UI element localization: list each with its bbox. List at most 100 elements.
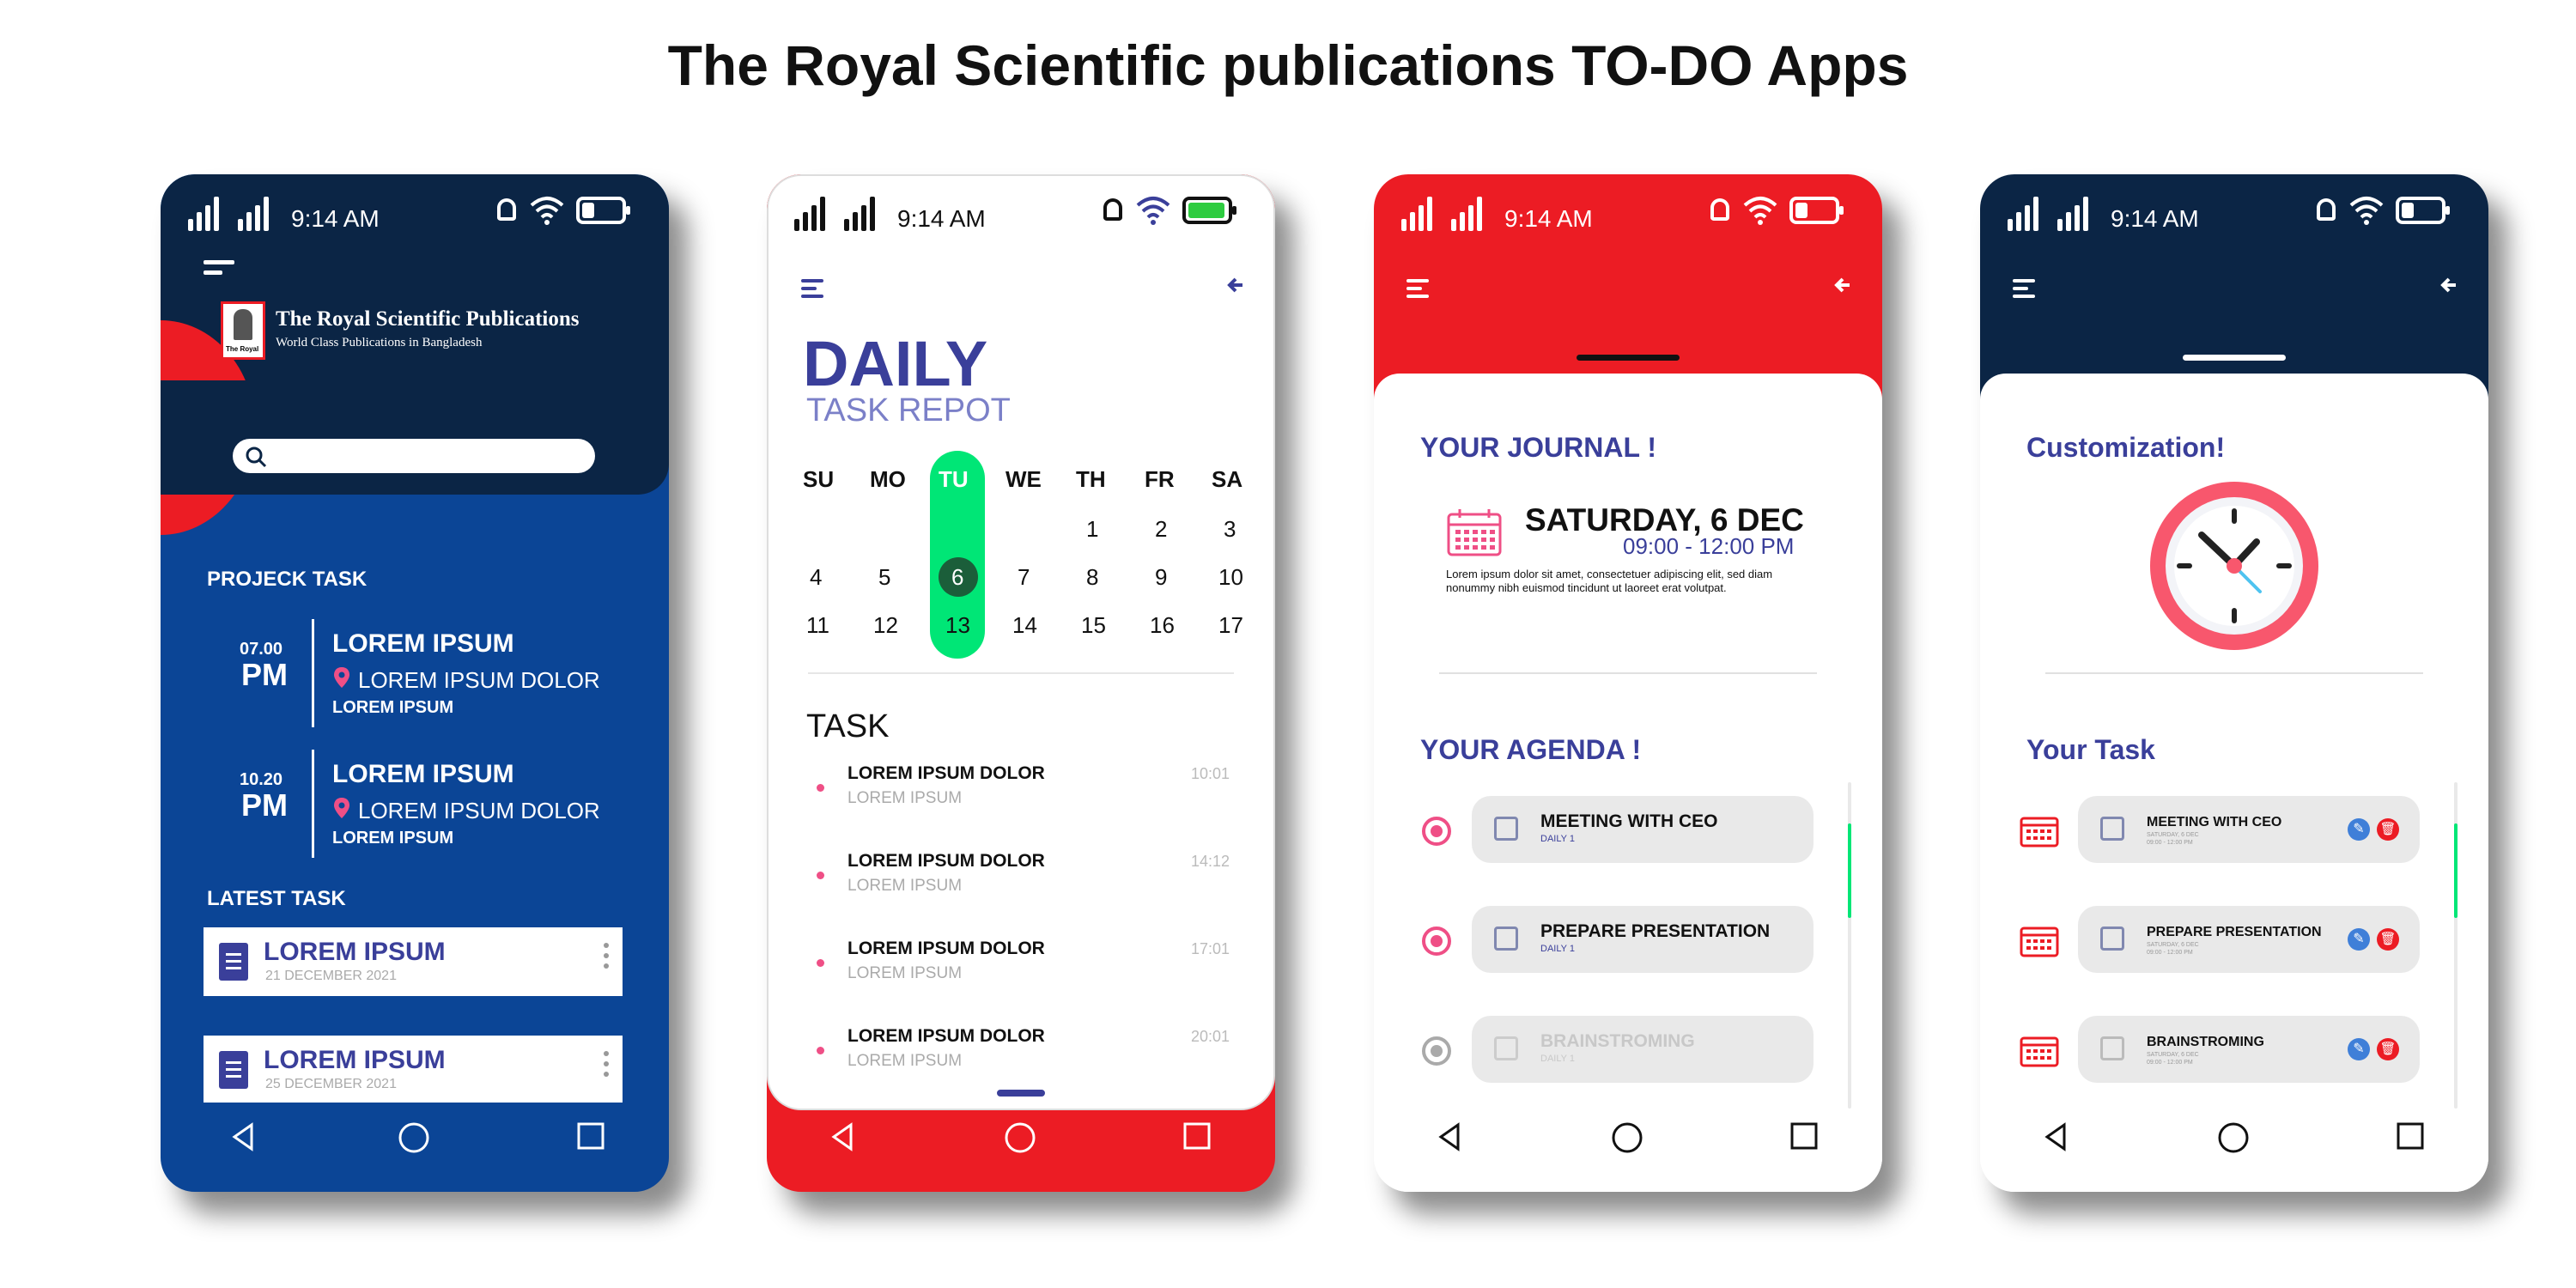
radio-button[interactable] [1422,1036,1451,1066]
nav-back-icon[interactable] [1434,1121,1465,1152]
calendar-icon [1447,509,1502,556]
checkbox[interactable] [1494,1036,1518,1060]
nav-back-icon[interactable] [228,1121,258,1152]
brand-name: The Royal Scientific Publications [276,307,580,331]
checkbox[interactable] [2100,927,2124,951]
agenda-card[interactable]: MEETING WITH CEO DAILY 1 [1472,796,1814,863]
nav-home-icon[interactable] [398,1121,430,1154]
task-item[interactable]: MEETING WITH CEO SATURDAY, 6 DEC 09:00 -… [1980,796,2488,865]
agenda-item[interactable]: MEETING WITH CEO DAILY 1 [1374,796,1882,865]
task-item[interactable]: LOREM IPSUM DOLOR LOREM IPSUM 10:01 [767,763,1275,832]
task-card[interactable]: PREPARE PRESENTATION SATURDAY, 6 DEC 09:… [2078,906,2420,973]
task-item[interactable]: LOREM IPSUM DOLOR LOREM IPSUM 20:01 [767,1026,1275,1095]
nav-home-icon[interactable] [1611,1121,1643,1154]
task-item[interactable]: BRAINSTROMING SATURDAY, 6 DEC 09:00 - 12… [1980,1016,2488,1084]
agenda-card[interactable]: PREPARE PRESENTATION DAILY 1 [1472,906,1814,973]
more-icon[interactable] [604,943,609,969]
latest-task-card[interactable]: LOREM IPSUM 25 DECEMBER 2021 [204,1036,623,1103]
task-item[interactable]: LOREM IPSUM DOLOR LOREM IPSUM 14:12 [767,851,1275,920]
menu-icon[interactable] [801,279,823,304]
drag-handle[interactable] [2183,355,2286,361]
calendar-day[interactable]: 16 [1150,612,1175,639]
back-arrow-icon[interactable] [1225,274,1248,296]
checkbox[interactable] [1494,927,1518,951]
task-sub: SATURDAY, 6 DEC [2147,1052,2199,1058]
brand-logo: The Royal [221,301,265,360]
agenda-item[interactable]: BRAINSTROMING DAILY 1 [1374,1016,1882,1084]
calendar-day[interactable]: 5 [878,564,890,591]
wifi-icon [1136,197,1170,225]
radio-button[interactable] [1422,817,1451,846]
calendar-day[interactable]: 9 [1155,564,1167,591]
calendar-day[interactable]: 4 [810,564,822,591]
delete-icon[interactable]: 🗑 [2377,1038,2399,1060]
divider [312,750,314,858]
agenda-heading: YOUR AGENDA ! [1420,734,1642,765]
nav-home-icon[interactable] [2217,1121,2250,1154]
search-input[interactable] [233,439,595,473]
back-arrow-icon[interactable] [2439,274,2461,296]
delete-icon[interactable]: 🗑 [2377,818,2399,841]
divider [312,619,314,727]
nav-recent-icon[interactable] [1789,1121,1819,1151]
task-card[interactable]: MEETING WITH CEO SATURDAY, 6 DEC 09:00 -… [2078,796,2420,863]
latest-date: 25 DECEMBER 2021 [265,1077,397,1091]
calendar-day[interactable]: 11 [806,612,829,639]
radio-button[interactable] [1422,927,1451,956]
divider [808,672,1234,674]
task-sub: SATURDAY, 6 DEC [2147,942,2199,948]
clock-icon[interactable] [2148,480,2320,652]
back-arrow-icon[interactable] [1832,274,1855,296]
calendar-day[interactable]: 3 [1224,516,1236,543]
edit-icon[interactable]: ✎ [2348,1038,2370,1060]
task-sub: 09:00 - 12:00 PM [2147,1060,2193,1066]
calendar-day[interactable]: 10 [1218,564,1243,591]
drag-handle[interactable] [1577,355,1680,361]
calendar-day[interactable]: 7 [1018,564,1030,591]
brand-tagline: World Class Publications in Bangladesh [276,336,483,349]
signal-icon [238,195,272,231]
delete-icon[interactable]: 🗑 [2377,928,2399,951]
calendar-day[interactable]: 8 [1086,564,1098,591]
task-sub: 09:00 - 12:00 PM [2147,950,2193,956]
checkbox[interactable] [2100,1036,2124,1060]
task-sub: LOREM IPSUM [848,877,963,895]
agenda-card[interactable]: BRAINSTROMING DAILY 1 [1472,1016,1814,1083]
battery-icon [1182,197,1236,224]
project-item[interactable]: 10.20 PM LOREM IPSUM LOREM IPSUM DOLOR L… [161,750,669,861]
task-item[interactable]: PREPARE PRESENTATION SATURDAY, 6 DEC 09:… [1980,906,2488,975]
nav-bar [1374,1097,1882,1192]
nav-recent-icon[interactable] [2396,1121,2425,1151]
calendar-day[interactable]: 12 [873,612,898,639]
edit-icon[interactable]: ✎ [2348,928,2370,951]
status-time: 9:14 AM [2111,205,2199,232]
calendar-day[interactable]: 2 [1155,516,1167,543]
calendar-day[interactable]: 13 [945,612,970,639]
calendar-day[interactable]: 17 [1218,612,1243,639]
search-icon [246,447,267,468]
project-ampm: PM [241,787,288,823]
menu-icon[interactable] [204,260,234,281]
phone-journal: 9:14 AM YOUR JOURNAL ! SATURDAY, 6 DEC 0… [1374,174,1882,1192]
checkbox[interactable] [2100,817,2124,841]
menu-icon[interactable] [1406,279,1429,304]
agenda-item[interactable]: PREPARE PRESENTATION DAILY 1 [1374,906,1882,975]
project-item[interactable]: 07.00 PM LOREM IPSUM LOREM IPSUM DOLOR L… [161,619,669,731]
menu-icon[interactable] [2013,279,2035,304]
checkbox[interactable] [1494,817,1518,841]
nav-home-icon[interactable] [1004,1121,1036,1154]
calendar-day[interactable]: 6 [951,564,963,591]
nav-back-icon[interactable] [2040,1121,2071,1152]
nav-recent-icon[interactable] [1182,1121,1212,1151]
nav-recent-icon[interactable] [576,1121,605,1151]
scroll-handle[interactable] [997,1090,1045,1097]
nav-back-icon[interactable] [827,1121,858,1152]
task-card[interactable]: BRAINSTROMING SATURDAY, 6 DEC 09:00 - 12… [2078,1016,2420,1083]
calendar-day[interactable]: 1 [1086,516,1098,543]
more-icon[interactable] [604,1051,609,1077]
calendar-day[interactable]: 14 [1012,612,1037,639]
calendar-day[interactable]: 15 [1081,612,1106,639]
task-item[interactable]: LOREM IPSUM DOLOR LOREM IPSUM 17:01 [767,939,1275,1007]
latest-task-card[interactable]: LOREM IPSUM 21 DECEMBER 2021 [204,927,623,996]
edit-icon[interactable]: ✎ [2348,818,2370,841]
